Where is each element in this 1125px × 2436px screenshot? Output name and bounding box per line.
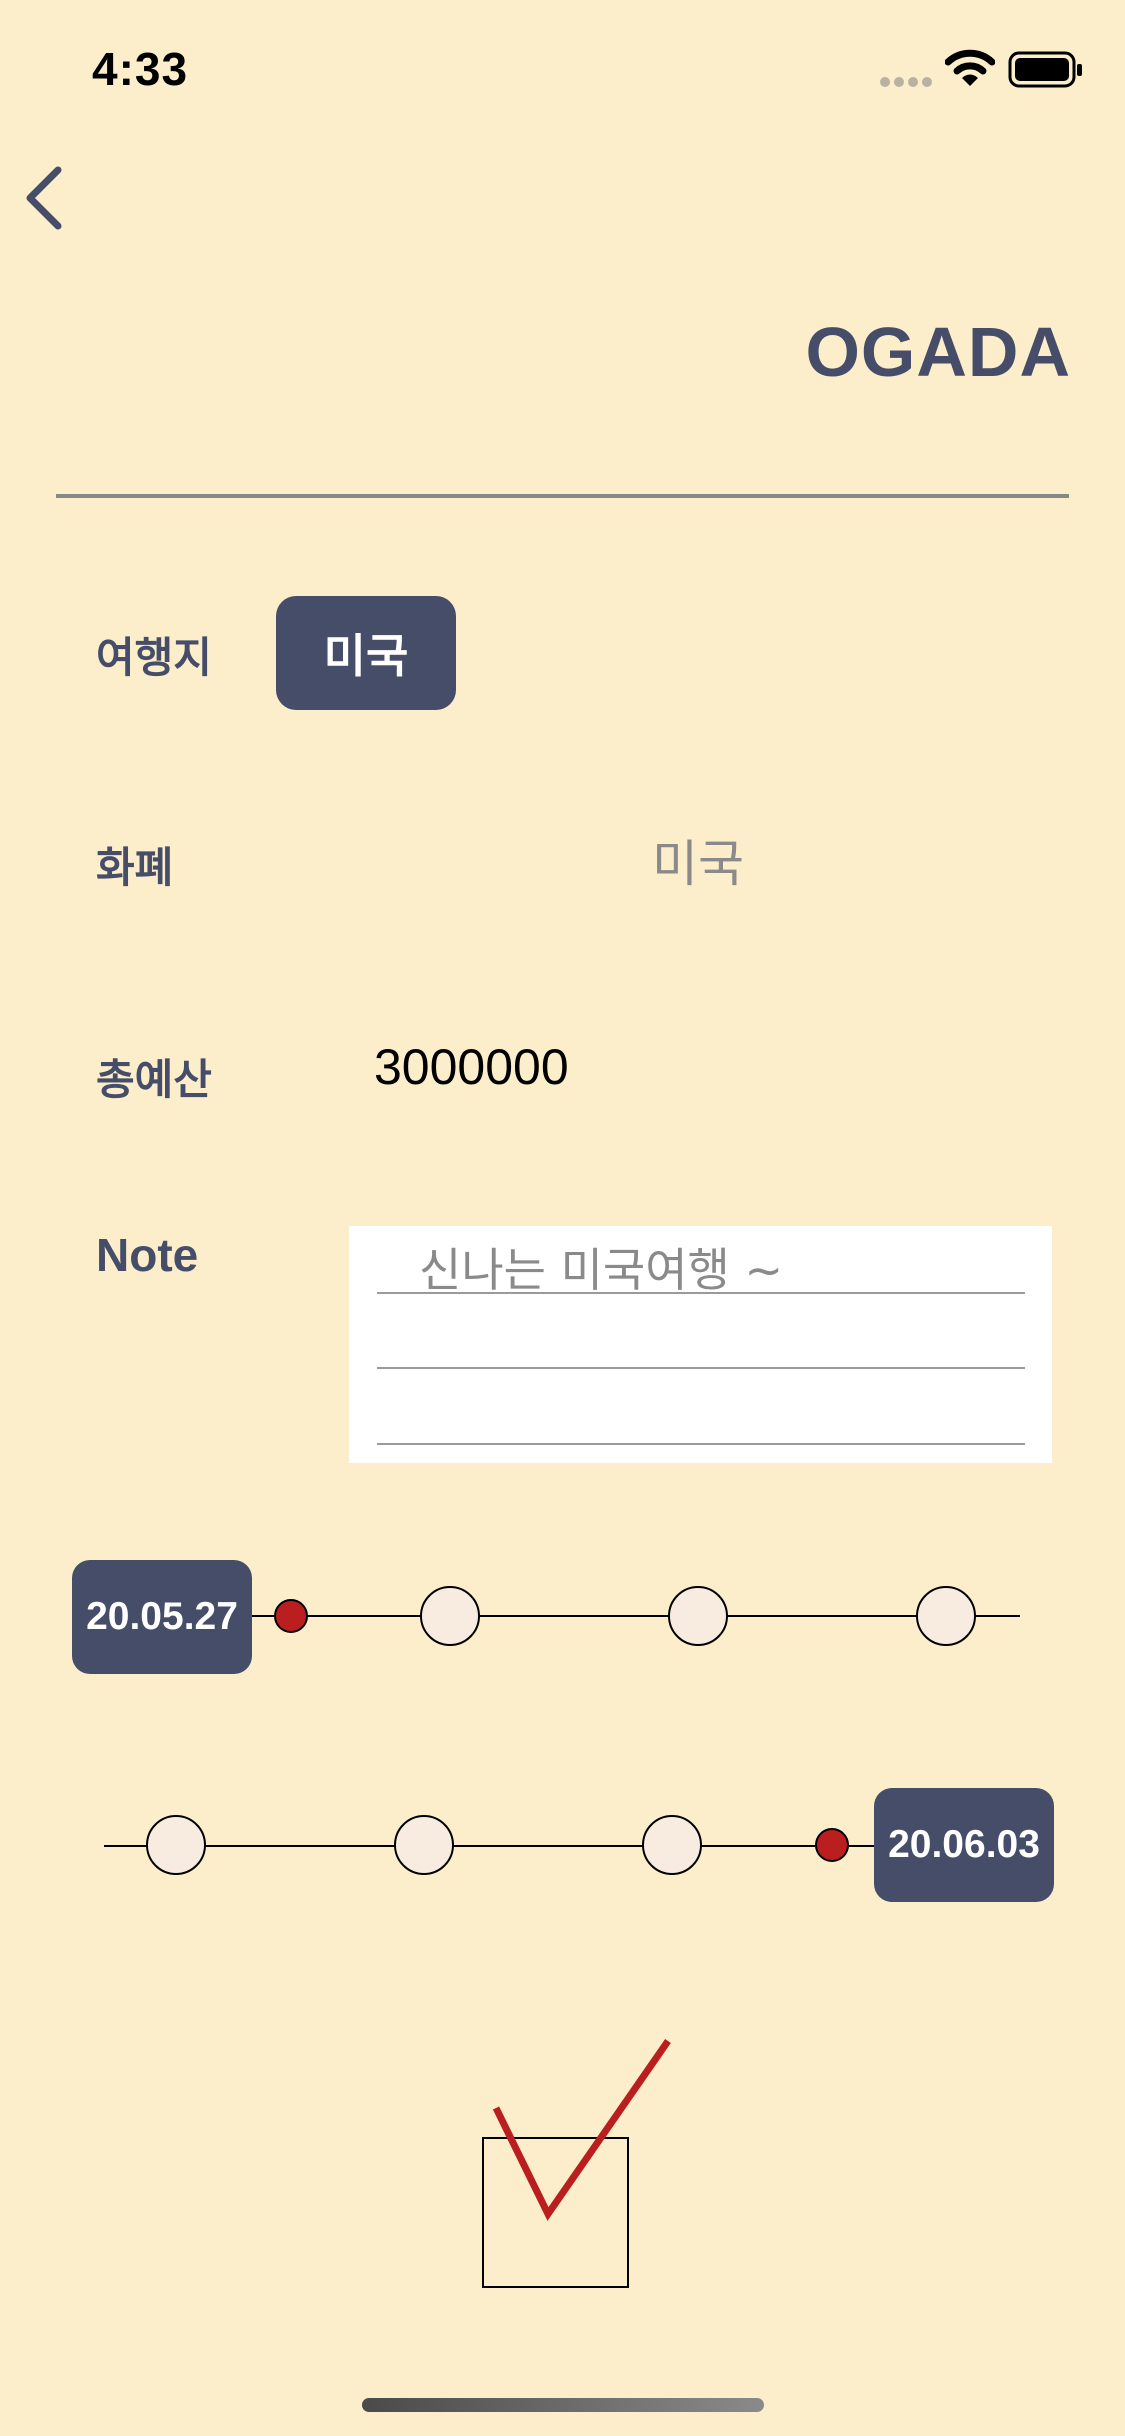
- status-time: 4:33: [92, 43, 189, 95]
- confirm-button[interactable]: [482, 2036, 671, 2288]
- back-button[interactable]: [16, 160, 76, 236]
- note-textarea[interactable]: 신나는 미국여행 ~: [349, 1226, 1052, 1463]
- wifi-icon: [944, 48, 996, 92]
- budget-input[interactable]: 3000000: [374, 1038, 569, 1096]
- timeline-track-end: [104, 1845, 874, 1847]
- app-title: OGADA: [805, 313, 1071, 391]
- start-date-button[interactable]: 20.05.27: [72, 1560, 252, 1674]
- note-label: Note: [96, 1229, 199, 1281]
- destination-button[interactable]: 미국: [276, 596, 456, 710]
- home-indicator[interactable]: [362, 2398, 764, 2412]
- note-line: [377, 1292, 1025, 1294]
- timeline-track-start: [252, 1615, 1020, 1617]
- start-marker: [274, 1599, 308, 1633]
- cellular-signal-icon: [880, 72, 936, 91]
- chevron-left-icon: [26, 166, 62, 230]
- end-date-button[interactable]: 20.06.03: [874, 1788, 1054, 1902]
- note-line: [377, 1367, 1025, 1369]
- note-line: [377, 1443, 1025, 1445]
- budget-label: 총예산: [96, 1055, 212, 1104]
- checkmark-icon: [482, 2039, 671, 2288]
- timeline-node[interactable]: [146, 1815, 206, 1875]
- destination-label: 여행지: [96, 633, 212, 682]
- end-marker: [815, 1828, 849, 1862]
- currency-picker[interactable]: 미국: [652, 824, 744, 896]
- header-divider: [56, 494, 1069, 498]
- timeline-node[interactable]: [668, 1586, 728, 1646]
- timeline-node[interactable]: [916, 1586, 976, 1646]
- timeline-node[interactable]: [394, 1815, 454, 1875]
- timeline-node[interactable]: [420, 1586, 480, 1646]
- timeline-node[interactable]: [642, 1815, 702, 1875]
- battery-icon: [1008, 50, 1084, 94]
- note-text: 신나는 미국여행 ~: [419, 1243, 784, 1297]
- currency-label: 화폐: [96, 843, 174, 892]
